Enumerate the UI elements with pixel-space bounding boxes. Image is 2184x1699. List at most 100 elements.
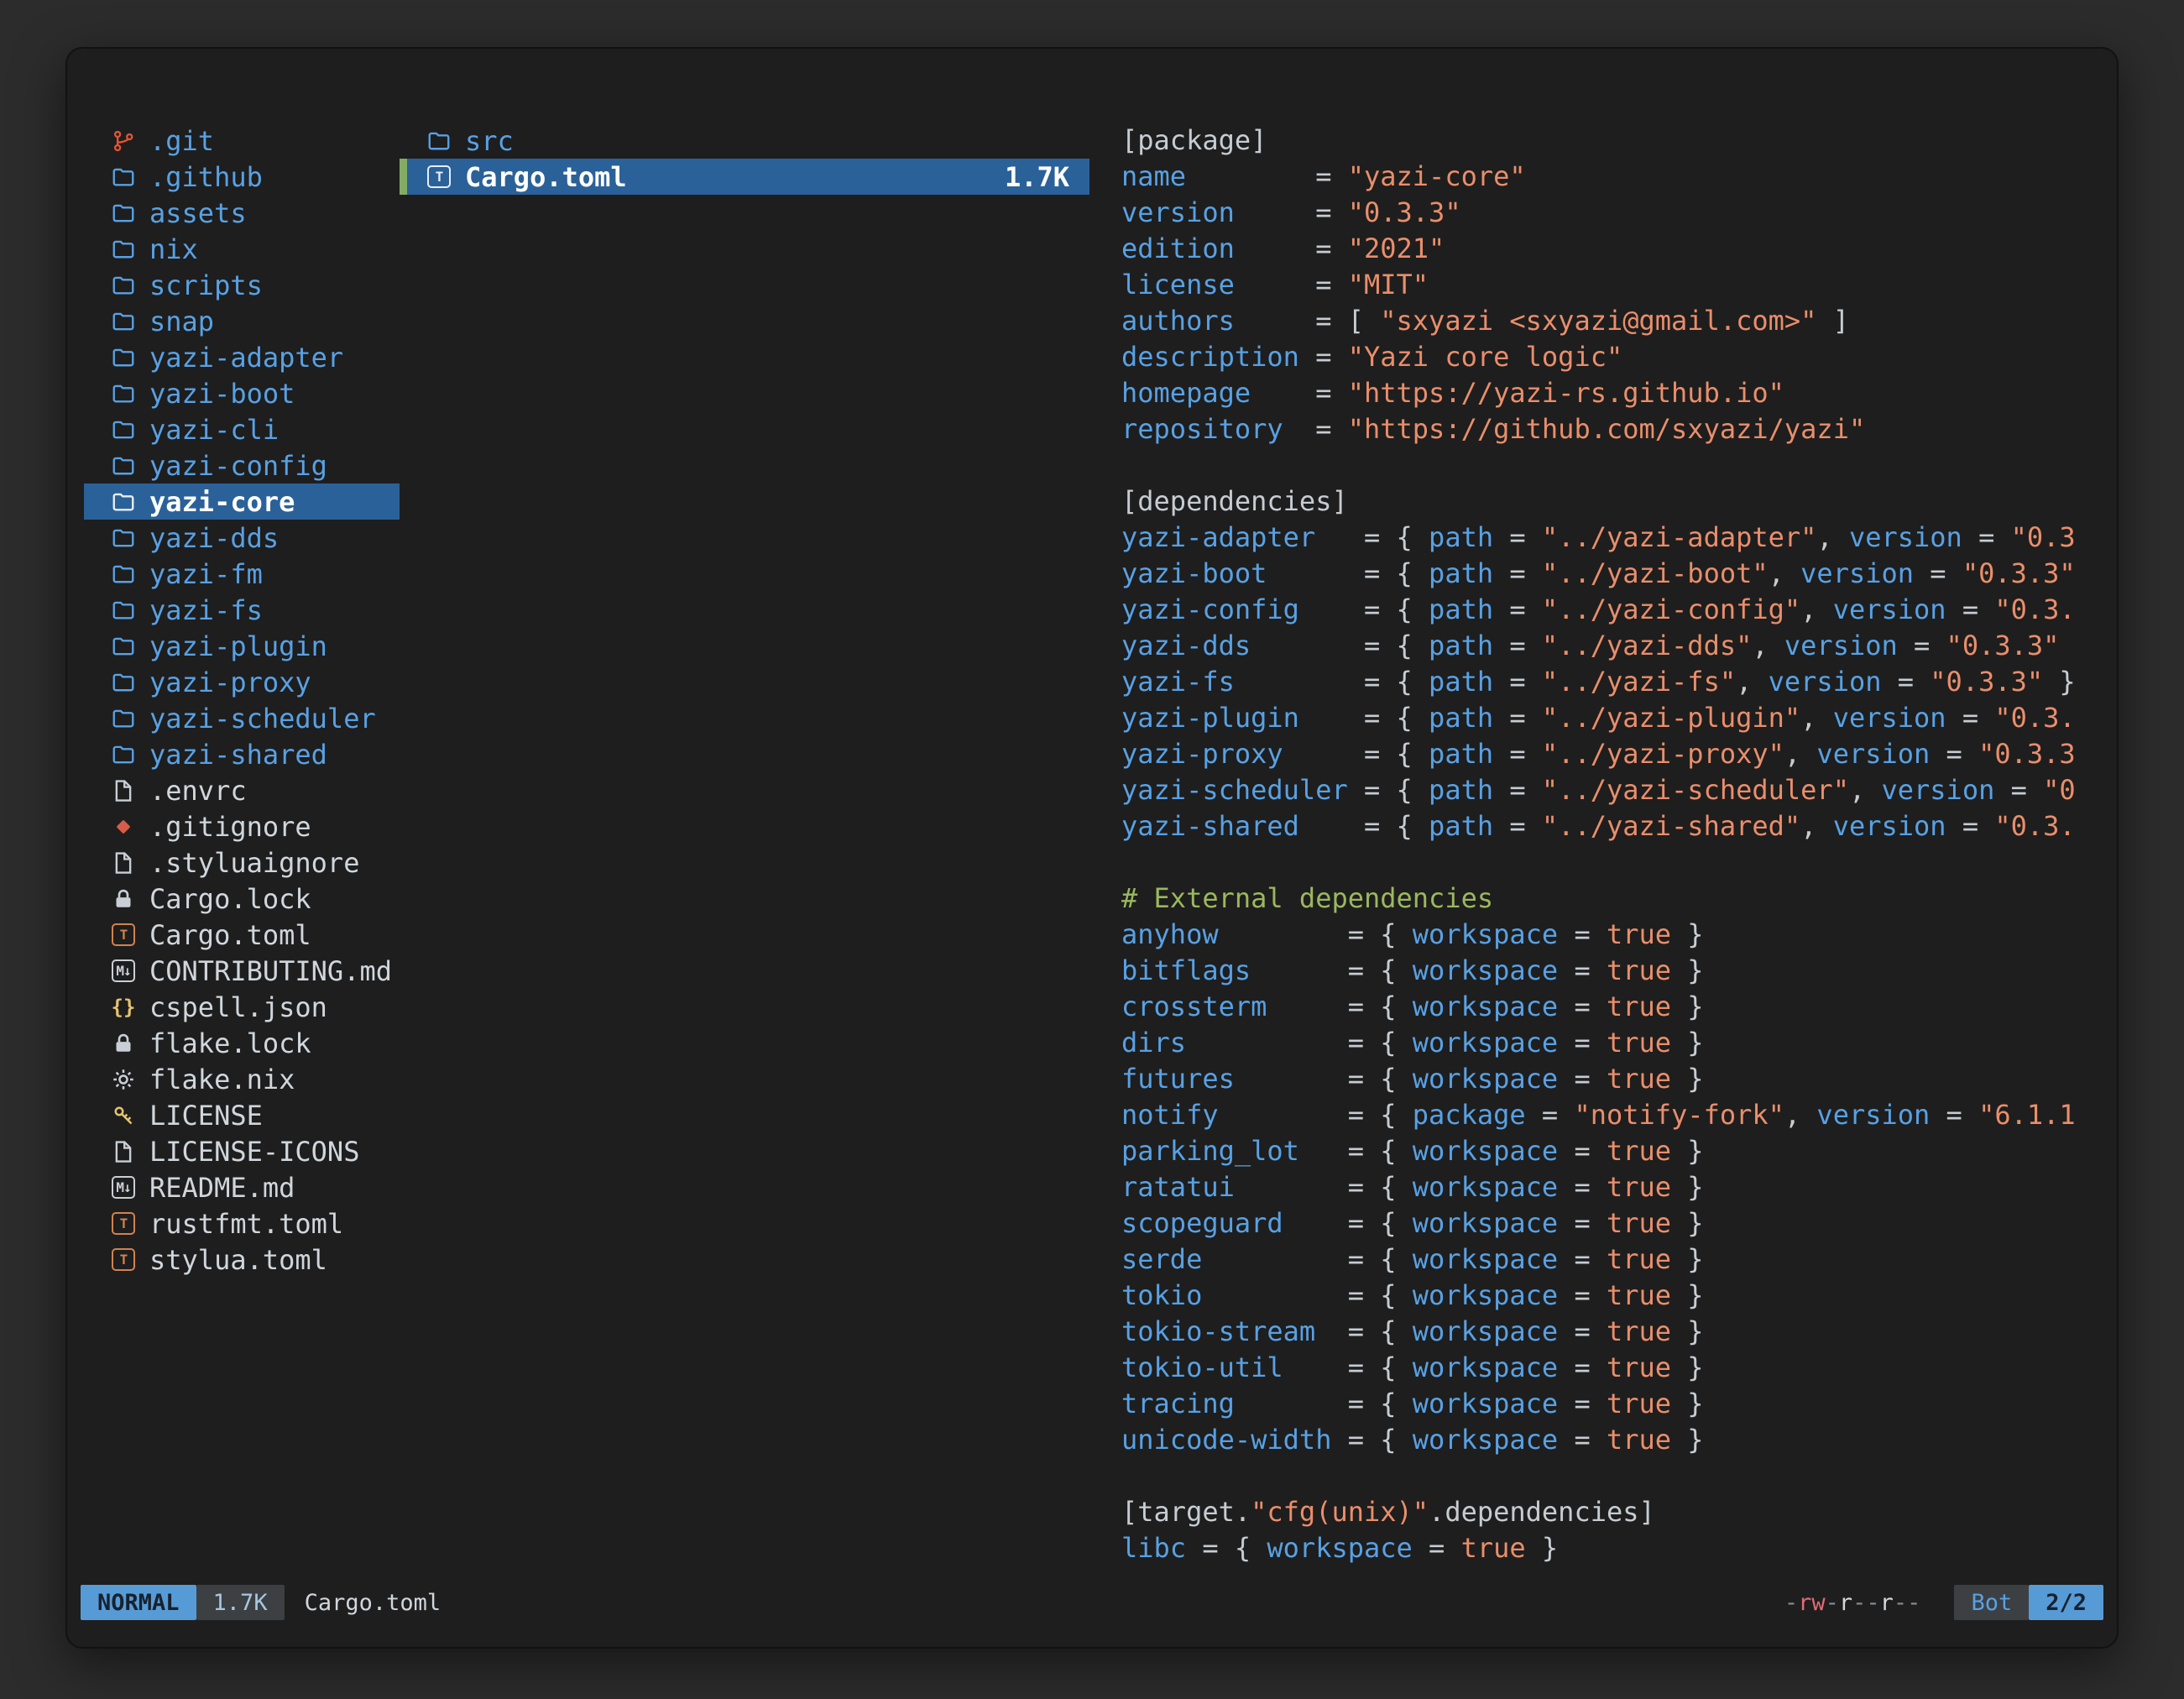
folder-icon	[109, 740, 138, 769]
dir-row[interactable]: .git	[84, 123, 400, 159]
dir-row[interactable]: assets	[84, 195, 400, 231]
selection-marker	[400, 159, 407, 195]
entry-name: flake.nix	[149, 1064, 295, 1095]
toml-icon: T	[109, 921, 138, 949]
file-row[interactable]: .envrc	[84, 772, 400, 808]
entry-name: Cargo.toml	[149, 919, 311, 951]
file-row[interactable]: M↓CONTRIBUTING.md	[84, 953, 400, 989]
entry-name: Cargo.toml	[465, 161, 627, 193]
file-row[interactable]: Cargo.lock	[84, 881, 400, 917]
toml-icon: T	[425, 163, 453, 191]
dir-row[interactable]: yazi-plugin	[84, 628, 400, 664]
status-filename: Cargo.toml	[305, 1590, 442, 1616]
file-row[interactable]: M↓ README.md	[84, 1169, 400, 1205]
file-row[interactable]: LICENSE	[84, 1097, 400, 1133]
file-row[interactable]: Tstylua.toml	[84, 1242, 400, 1278]
folder-icon	[109, 704, 138, 733]
file-row[interactable]: .styluaignore	[84, 844, 400, 881]
code-line: homepage = "https://yazi-rs.github.io"	[1121, 375, 2112, 411]
dir-row[interactable]: yazi-dds	[84, 520, 400, 556]
file-icon	[109, 849, 138, 877]
folder-icon	[109, 307, 138, 336]
dir-row[interactable]: yazi-fs	[84, 592, 400, 628]
dir-row[interactable]: yazi-shared	[84, 736, 400, 772]
file-icon	[109, 1137, 138, 1166]
dir-row[interactable]: yazi-config	[84, 447, 400, 484]
dir-row[interactable]: yazi-adapter	[84, 339, 400, 375]
diamond-icon	[109, 813, 138, 841]
markdown-icon: M↓	[109, 957, 138, 985]
mode-badge: NORMAL	[81, 1585, 196, 1620]
file-row[interactable]: flake.lock	[84, 1025, 400, 1061]
entry-name: yazi-proxy	[149, 667, 311, 698]
markdown-icon: M↓	[109, 1174, 138, 1202]
code-line: tokio = { workspace = true }	[1121, 1278, 2112, 1314]
dir-row[interactable]: yazi-core	[84, 484, 400, 520]
code-line: tokio-util = { workspace = true }	[1121, 1350, 2112, 1386]
preview-pane[interactable]: [package]name = "yazi-core"version = "0.…	[1121, 123, 2112, 1566]
entry-name: yazi-fm	[149, 558, 263, 590]
entry-name: yazi-plugin	[149, 630, 327, 662]
key-icon	[109, 1101, 138, 1130]
code-line: yazi-config = { path = "../yazi-config",…	[1121, 592, 2112, 628]
dir-row[interactable]: yazi-fm	[84, 556, 400, 592]
toml-icon: T	[109, 1246, 138, 1274]
entry-name: nix	[149, 233, 198, 265]
file-row[interactable]: LICENSE-ICONS	[84, 1133, 400, 1169]
dir-row[interactable]: yazi-scheduler	[84, 700, 400, 736]
folder-icon	[425, 127, 453, 155]
entry-name: yazi-boot	[149, 378, 295, 410]
code-line: ratatui = { workspace = true }	[1121, 1169, 2112, 1205]
code-line: anyhow = { workspace = true }	[1121, 917, 2112, 953]
code-line: # External dependencies	[1121, 881, 2112, 917]
dir-row[interactable]: nix	[84, 231, 400, 267]
code-line: parking_lot = { workspace = true }	[1121, 1133, 2112, 1169]
dir-row[interactable]: src	[400, 123, 1089, 159]
code-line: [package]	[1121, 123, 2112, 159]
folder-icon	[109, 379, 138, 408]
file-row[interactable]: flake.nix	[84, 1061, 400, 1097]
code-line: authors = [ "sxyazi <sxyazi@gmail.com>" …	[1121, 303, 2112, 339]
dir-row[interactable]: .github	[84, 159, 400, 195]
code-line: yazi-proxy = { path = "../yazi-proxy", v…	[1121, 736, 2112, 772]
entry-name: yazi-fs	[149, 594, 263, 626]
code-line: yazi-plugin = { path = "../yazi-plugin",…	[1121, 700, 2112, 736]
code-line: [dependencies]	[1121, 484, 2112, 520]
folder-icon	[109, 271, 138, 300]
code-line: description = "Yazi core logic"	[1121, 339, 2112, 375]
entry-name: yazi-config	[149, 450, 327, 482]
code-line: yazi-scheduler = { path = "../yazi-sched…	[1121, 772, 2112, 808]
parent-pane[interactable]: .git.githubassetsnixscriptssnapyazi-adap…	[84, 123, 400, 1278]
folder-icon	[109, 524, 138, 552]
entry-name: README.md	[149, 1172, 295, 1204]
code-line: repository = "https://github.com/sxyazi/…	[1121, 411, 2112, 447]
current-pane[interactable]: srcTCargo.toml1.7K	[400, 123, 1089, 195]
code-line	[1121, 447, 2112, 484]
code-line: yazi-adapter = { path = "../yazi-adapter…	[1121, 520, 2112, 556]
dir-row[interactable]: yazi-cli	[84, 411, 400, 447]
entry-name: .gitignore	[149, 811, 311, 843]
dir-row[interactable]: scripts	[84, 267, 400, 303]
code-line: futures = { workspace = true }	[1121, 1061, 2112, 1097]
code-line: scopeguard = { workspace = true }	[1121, 1205, 2112, 1242]
dir-row[interactable]: yazi-proxy	[84, 664, 400, 700]
file-row[interactable]: Trustfmt.toml	[84, 1205, 400, 1242]
code-line: bitflags = { workspace = true }	[1121, 953, 2112, 989]
folder-icon	[109, 235, 138, 264]
entry-name: yazi-cli	[149, 414, 279, 446]
entry-name: stylua.toml	[149, 1244, 327, 1276]
dir-row[interactable]: snap	[84, 303, 400, 339]
file-row[interactable]: TCargo.toml1.7K	[400, 159, 1089, 195]
terminal-window: .git.githubassetsnixscriptssnapyazi-adap…	[65, 47, 2119, 1649]
file-row[interactable]: {}cspell.json	[84, 989, 400, 1025]
entry-name: .envrc	[149, 775, 247, 807]
entry-name: LICENSE	[149, 1100, 263, 1132]
permissions: -rw-r--r--	[1784, 1590, 1921, 1616]
file-row[interactable]: T Cargo.toml	[84, 917, 400, 953]
dir-row[interactable]: yazi-boot	[84, 375, 400, 411]
entry-name: Cargo.lock	[149, 883, 311, 915]
entry-name: yazi-shared	[149, 739, 327, 771]
file-row[interactable]: .gitignore	[84, 808, 400, 844]
folder-icon	[109, 343, 138, 372]
code-line: dirs = { workspace = true }	[1121, 1025, 2112, 1061]
